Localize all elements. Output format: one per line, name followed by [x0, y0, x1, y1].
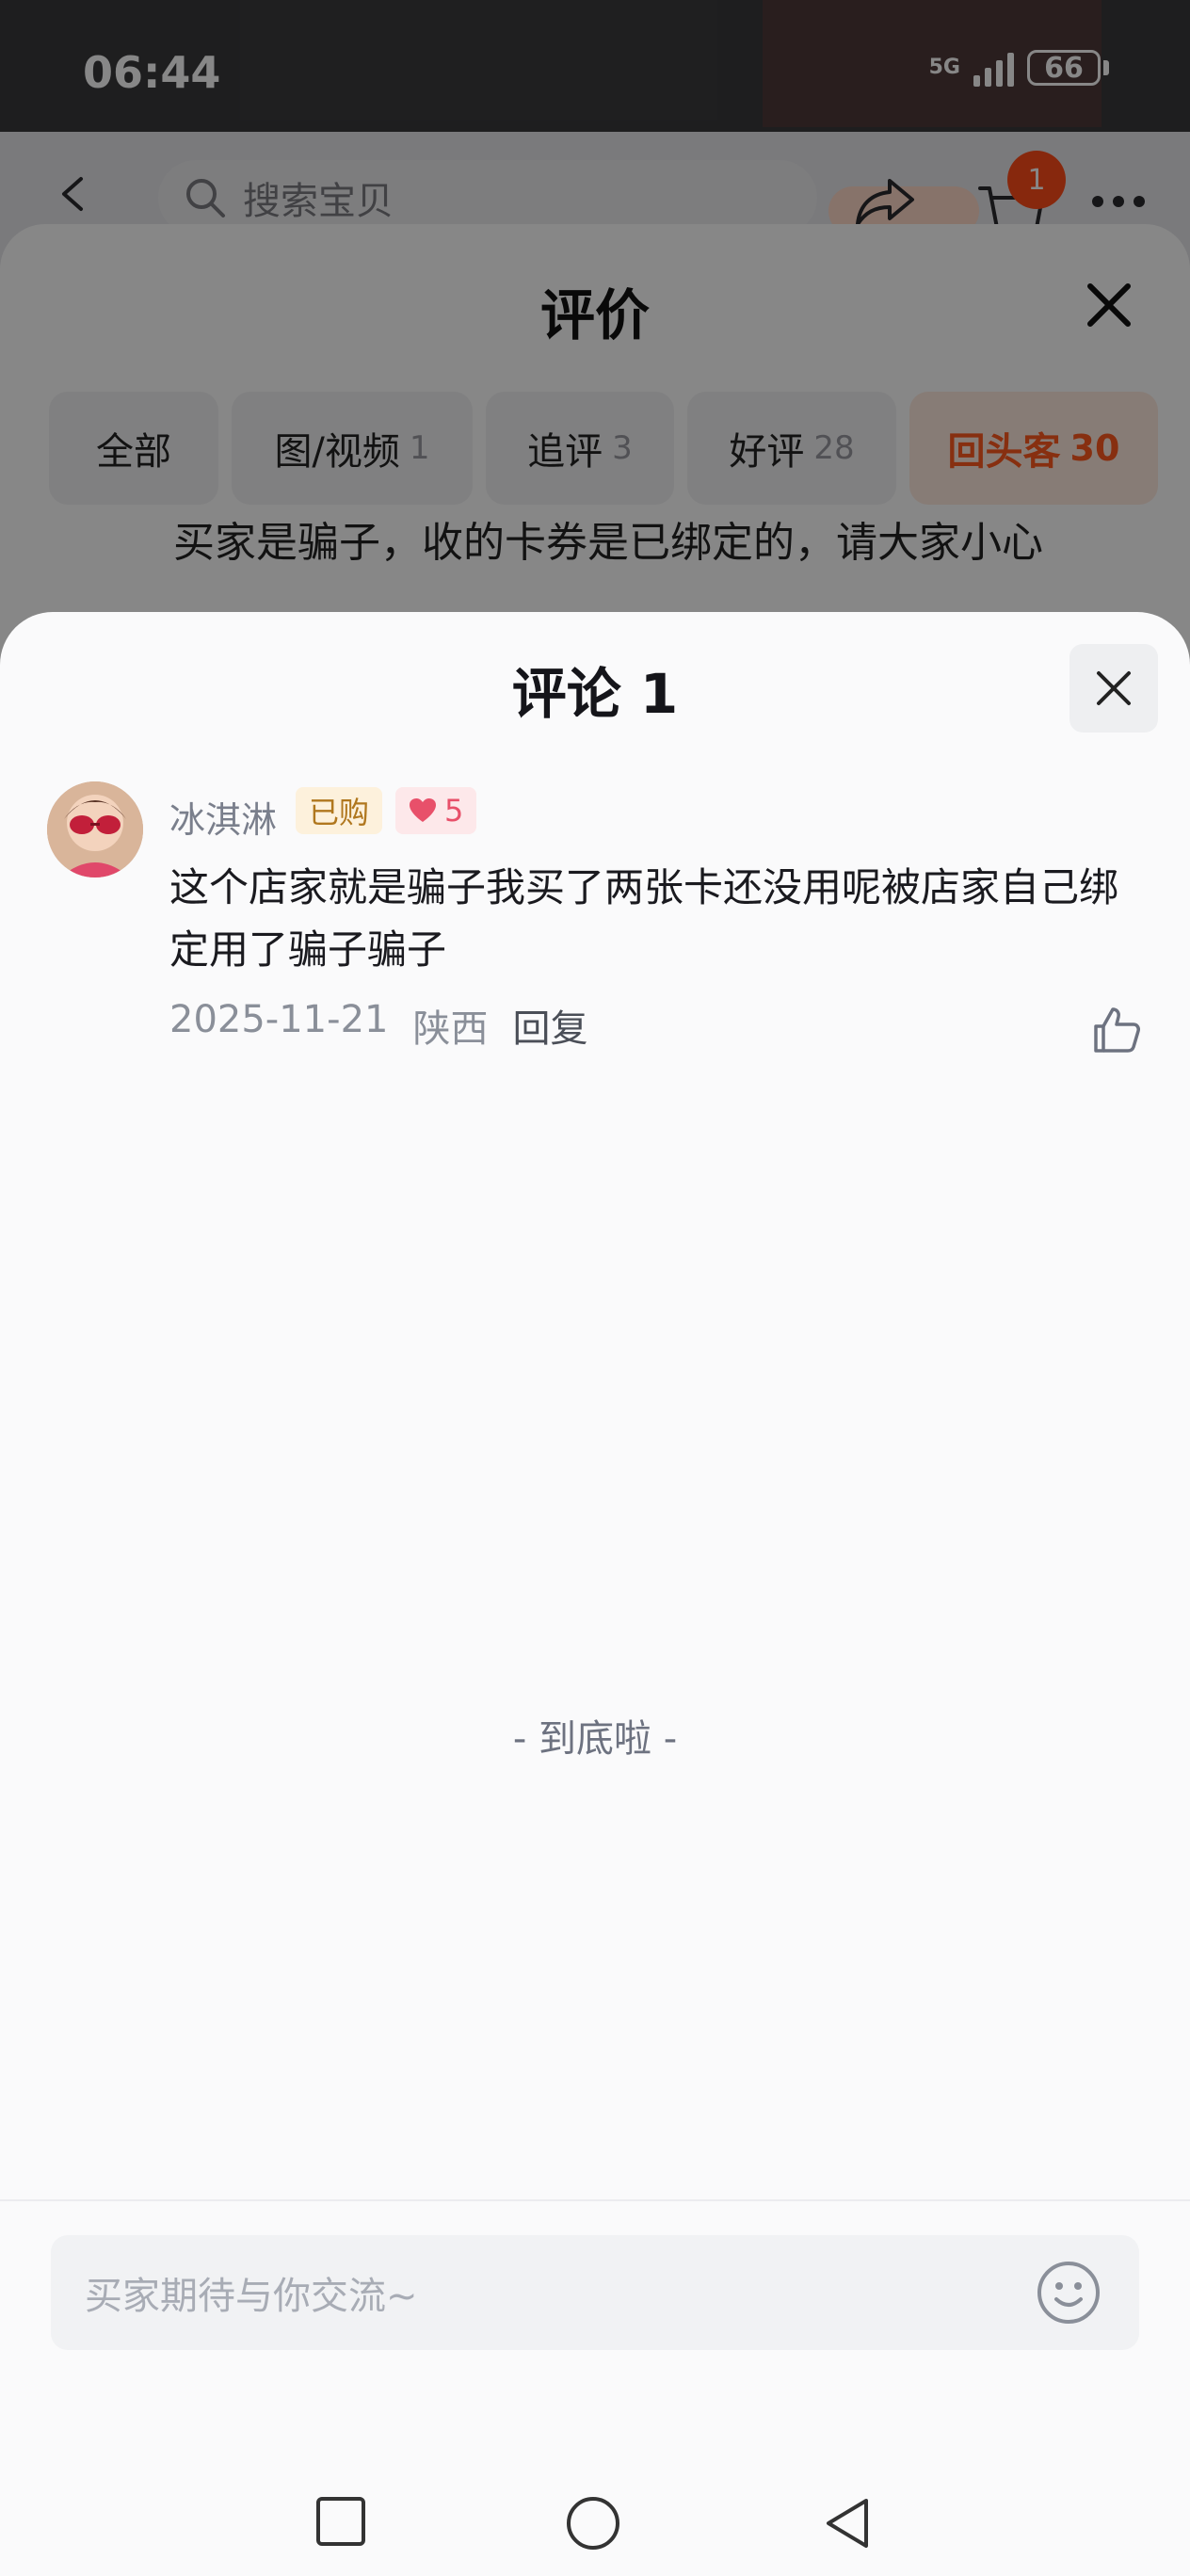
comment-location: 陕西 — [412, 1007, 489, 1051]
comments-modal: 评论 1 冰淇淋 已购 5 这个店家就是骗子我买了两张卡还没用呢被店家自己绑定用… — [0, 612, 1190, 2576]
recent-apps-icon[interactable] — [314, 2495, 367, 2548]
end-of-list-text: - 到底啦 - — [512, 1717, 678, 1761]
divider — [0, 2199, 1190, 2201]
emoji-icon[interactable] — [1036, 2260, 1102, 2326]
likes-count: 5 — [444, 793, 464, 829]
heart-icon — [410, 798, 436, 822]
close-icon — [1097, 671, 1131, 705]
comment-meta: 2025-11-21 陕西 回复 — [169, 998, 587, 1053]
comment-username[interactable]: 冰淇淋 — [169, 791, 277, 843]
thumbs-up-icon[interactable] — [1090, 1004, 1143, 1056]
comment-input[interactable]: 买家期待与你交流~ — [51, 2235, 1139, 2350]
avatar[interactable] — [47, 781, 143, 877]
back-nav-icon[interactable] — [821, 2495, 874, 2552]
system-navigation-bar — [0, 2448, 1190, 2576]
modal-title: 评论 1 — [511, 662, 679, 726]
purchased-badge: 已购 — [296, 787, 383, 834]
home-icon[interactable] — [565, 2495, 621, 2552]
comment-date: 2025-11-21 — [169, 998, 389, 1041]
comment-input-placeholder: 买家期待与你交流~ — [85, 2275, 418, 2318]
close-button[interactable] — [1069, 644, 1158, 733]
comment-text: 这个店家就是骗子我买了两张卡还没用呢被店家自己绑定用了骗子骗子 — [169, 864, 1119, 973]
likes-badge: 5 — [395, 787, 477, 834]
reply-button[interactable]: 回复 — [512, 998, 587, 1053]
